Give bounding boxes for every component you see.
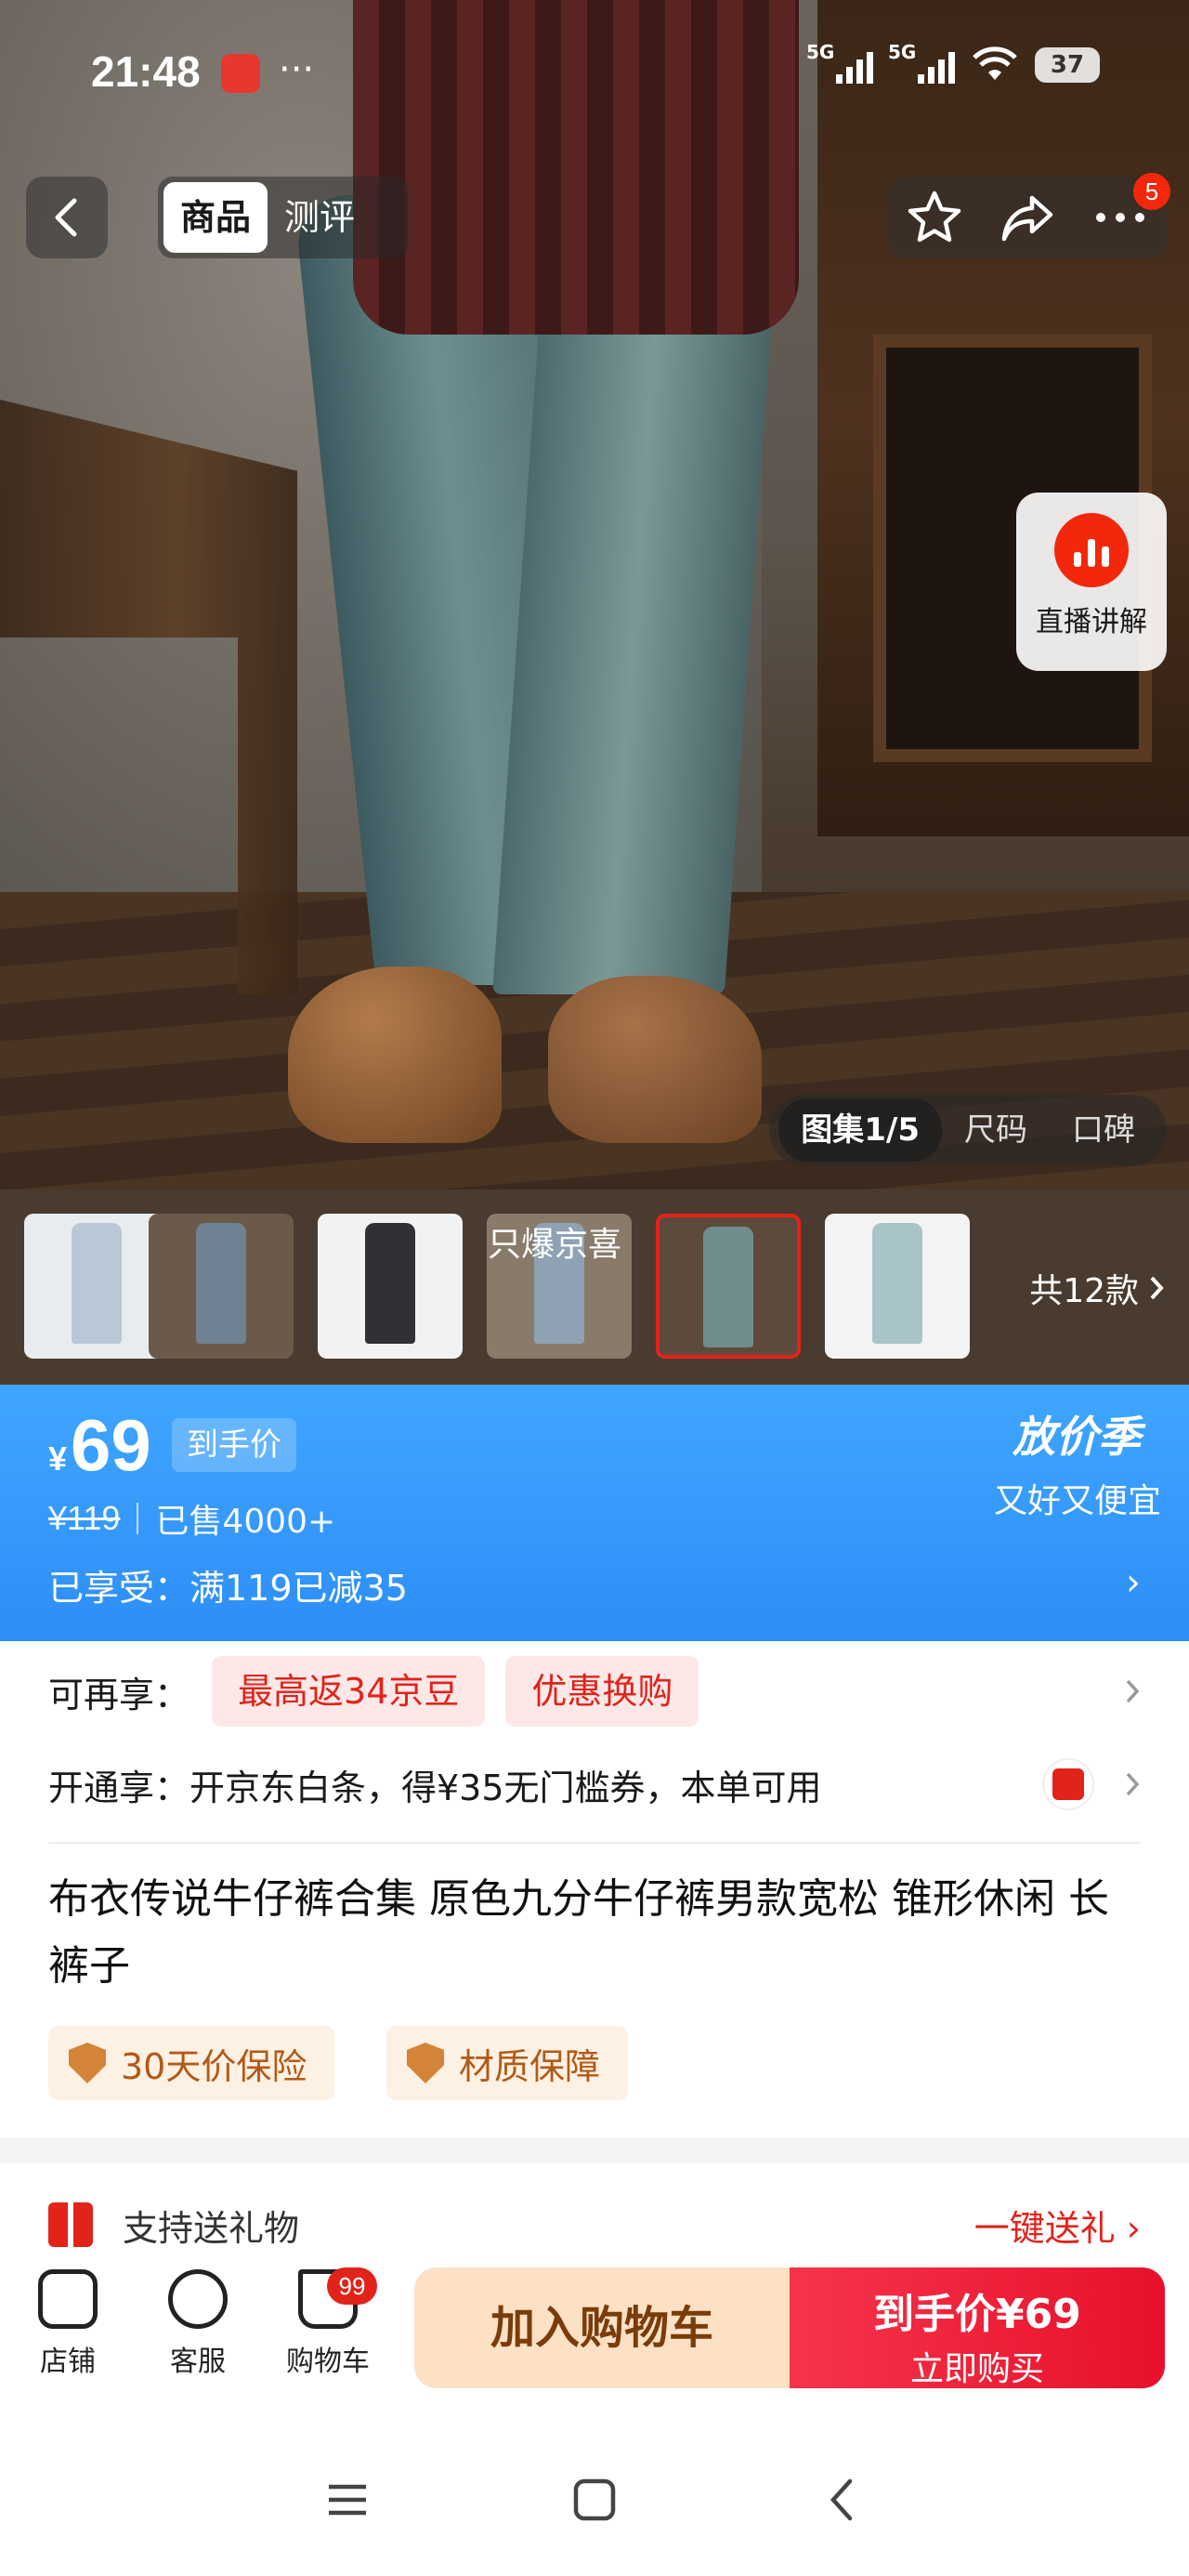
chevron-right-icon xyxy=(1126,1679,1140,1703)
status-more: ··· xyxy=(279,48,315,91)
discount-enjoyed[interactable]: 已享受：满119已减35 xyxy=(48,1559,408,1610)
separator xyxy=(137,1503,139,1534)
store-icon xyxy=(38,2269,98,2329)
gift-row[interactable]: 支持送礼物 一键送礼 › xyxy=(48,2197,1141,2253)
variants-total: 共12款 xyxy=(1029,1272,1139,1310)
battery-icon: 37 xyxy=(1035,47,1100,83)
smile-icon xyxy=(168,2269,228,2329)
jingdou-chip[interactable]: 最高返34京豆 xyxy=(212,1656,486,1727)
tab-size[interactable]: 尺码 xyxy=(942,1095,1050,1165)
page-tabs: 商品 测评 xyxy=(158,177,409,258)
more-icon[interactable] xyxy=(1091,208,1149,227)
final-price: ¥ 69 xyxy=(48,1403,151,1488)
menu-icon[interactable] xyxy=(320,2472,375,2528)
photo-boot-right xyxy=(548,976,762,1143)
cart-label: 购物车 xyxy=(286,2346,370,2378)
live-bars-icon xyxy=(1054,513,1129,587)
status-time: 21:48 xyxy=(91,47,201,96)
baitiao-icon xyxy=(1042,1758,1094,1810)
star-icon[interactable] xyxy=(906,189,963,246)
tab-gallery[interactable]: 图集1/5 xyxy=(778,1098,942,1162)
live-label: 直播讲解 xyxy=(1036,606,1147,638)
variant-thumbnail-selected[interactable] xyxy=(656,1214,801,1359)
back-icon[interactable] xyxy=(814,2472,869,2528)
thumbnail-overlay-text: 只爆京喜 xyxy=(488,1226,622,1264)
product-title: 布衣传说牛仔裤合集 原色九分牛仔裤男款宽松 锥形休闲 长裤子 xyxy=(48,1875,1109,1990)
chevron-right-icon xyxy=(1126,1772,1140,1796)
app-notification-icon xyxy=(221,54,260,93)
promo-title: 放价季 xyxy=(1013,1412,1141,1462)
guarantee-label: 材质保障 xyxy=(459,2045,601,2087)
all-variants-link[interactable]: 共12款 xyxy=(1029,1264,1165,1312)
signal-icon-2: 5G xyxy=(888,41,955,84)
gift-icon xyxy=(48,2202,93,2247)
variant-thumbnail[interactable] xyxy=(825,1214,970,1359)
status-bar: 21:48 ··· 5G 5G 37 xyxy=(0,0,1189,149)
exchange-chip[interactable]: 优惠换购 xyxy=(505,1656,699,1727)
more-benefits-label: 可再享： xyxy=(48,1674,190,1715)
tab-reputation[interactable]: 口碑 xyxy=(1050,1095,1157,1165)
guarantee-label: 30天价保险 xyxy=(121,2045,307,2087)
variant-thumbnail[interactable] xyxy=(24,1214,169,1359)
variant-thumbnail[interactable] xyxy=(318,1214,463,1359)
top-actions xyxy=(888,177,1167,258)
sold-count: 已售4000+ xyxy=(155,1503,336,1541)
store-button[interactable]: 店铺 xyxy=(17,2269,119,2379)
price-currency: ¥ xyxy=(48,1439,68,1478)
divider xyxy=(48,1842,1141,1844)
status-indicators: 5G 5G 37 xyxy=(806,41,1100,84)
buy-now-label: 立即购买 xyxy=(909,2350,1044,2388)
more-benefits-row[interactable]: 可再享： 最高返34京豆 优惠换购 xyxy=(48,1654,1141,1728)
add-to-cart-button[interactable]: 加入购物车 xyxy=(414,2267,790,2388)
home-icon[interactable] xyxy=(567,2472,622,2528)
price-banner: ¥ 69 到手价 ¥119 已售4000+ 已享受：满119已减35 › 放价季… xyxy=(0,1385,1189,1641)
chevron-left-icon xyxy=(55,198,77,237)
wifi-icon xyxy=(973,46,1017,80)
tab-review[interactable]: 测评 xyxy=(268,182,372,253)
guarantee-material[interactable]: 材质保障 xyxy=(386,2026,629,2100)
price-original-row: ¥119 已售4000+ xyxy=(48,1494,335,1543)
shield-icon xyxy=(407,2043,444,2083)
buy-now-button[interactable]: 到手价¥69 立即购买 xyxy=(790,2267,1165,2388)
customer-service-button[interactable]: 客服 xyxy=(147,2269,249,2379)
price-tag: 到手价 xyxy=(172,1418,296,1472)
live-explain-button[interactable]: 直播讲解 xyxy=(1016,493,1167,671)
buy-price: 到手价¥69 xyxy=(873,2291,1081,2338)
message-badge: 5 xyxy=(1133,173,1170,210)
promo-subtitle: 又好又便宜 xyxy=(993,1482,1161,1520)
gallery-tabs: 图集1/5 尺码 口碑 xyxy=(769,1095,1167,1165)
section-divider xyxy=(0,2137,1189,2163)
signal-icon: 5G xyxy=(806,41,873,84)
price-value: 69 xyxy=(71,1404,151,1486)
gift-label: 支持送礼物 xyxy=(123,2207,300,2249)
baitiao-row[interactable]: 开通享：开京东白条，得¥35无门槛券，本单可用 xyxy=(48,1747,1141,1821)
tab-product[interactable]: 商品 xyxy=(163,182,268,253)
network-type-1: 5G xyxy=(806,41,835,63)
chevron-right-icon xyxy=(1150,1276,1164,1300)
variant-thumbnail[interactable] xyxy=(149,1214,294,1359)
chevron-right-icon[interactable]: › xyxy=(1126,1561,1141,1604)
shield-icon xyxy=(69,2043,106,2083)
store-label: 店铺 xyxy=(40,2346,96,2378)
system-navigation-bar xyxy=(0,2416,1189,2576)
original-price: ¥119 xyxy=(48,1499,121,1537)
baitiao-label: 开通享：开京东白条，得¥35无门槛券，本单可用 xyxy=(48,1767,822,1808)
photo-boot-left xyxy=(288,966,502,1143)
guarantee-price-protection[interactable]: 30天价保险 xyxy=(48,2026,335,2100)
back-button[interactable] xyxy=(26,177,108,258)
share-icon[interactable] xyxy=(999,189,1056,246)
network-type-2: 5G xyxy=(888,41,917,63)
service-label: 客服 xyxy=(170,2346,226,2378)
cart-count-badge: 99 xyxy=(327,2267,377,2305)
send-gift-link[interactable]: 一键送礼 › xyxy=(974,2200,1141,2251)
